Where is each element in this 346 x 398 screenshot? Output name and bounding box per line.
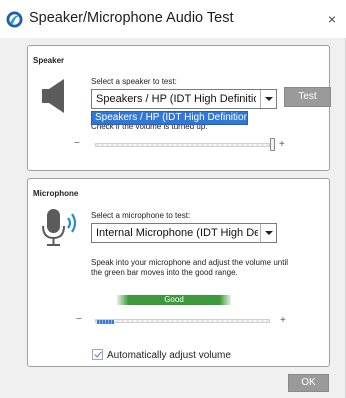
- microphone-volume-minus: −: [76, 314, 82, 325]
- auto-adjust-checkbox[interactable]: [92, 349, 103, 360]
- microphone-icon: [42, 209, 77, 246]
- speaker-icon: [42, 79, 64, 113]
- window-title: Speaker/Microphone Audio Test: [29, 10, 234, 26]
- speaker-group: Speaker Select a speaker to test: Speake…: [27, 45, 331, 171]
- microphone-volume-plus: +: [280, 315, 286, 326]
- audio-test-dialog: Speaker/Microphone Audio Test × Speaker …: [0, 0, 346, 398]
- speaker-group-title: Speaker: [33, 56, 65, 65]
- speaker-select-label: Select a speaker to test:: [91, 77, 177, 86]
- title-bar: Speaker/Microphone Audio Test ×: [0, 0, 346, 38]
- speaker-select[interactable]: Speakers / HP (IDT High Definition: [91, 89, 277, 109]
- close-icon[interactable]: ×: [322, 9, 342, 29]
- speaker-volume-slider[interactable]: [95, 143, 270, 147]
- microphone-instructions-line2: the green bar moves into the good range.: [91, 268, 238, 277]
- speaker-volume-plus: +: [279, 139, 285, 150]
- speaker-select-value: Speakers / HP (IDT High Definition: [96, 93, 256, 105]
- speaker-dropdown-option[interactable]: Speakers / HP (IDT High Definition Aud: [91, 111, 248, 125]
- ok-button[interactable]: OK: [288, 374, 329, 392]
- test-button[interactable]: Test: [284, 87, 331, 107]
- speaker-volume-thumb[interactable]: [270, 138, 275, 151]
- good-range-bar: Good: [117, 295, 231, 305]
- microphone-input-level: [97, 320, 114, 324]
- app-logo-icon: [6, 11, 23, 28]
- chevron-down-icon[interactable]: [260, 224, 276, 242]
- speaker-volume-minus: −: [74, 138, 80, 149]
- microphone-select[interactable]: Internal Microphone (IDT High De: [91, 223, 277, 243]
- microphone-select-label: Select a microphone to test:: [91, 211, 191, 220]
- microphone-instructions-line1: Speak into your microphone and adjust th…: [91, 258, 289, 267]
- microphone-volume-slider[interactable]: [95, 319, 270, 323]
- auto-adjust-label[interactable]: Automatically adjust volume: [107, 350, 231, 361]
- microphone-group-title: Microphone: [33, 189, 79, 198]
- microphone-select-value: Internal Microphone (IDT High De: [96, 227, 258, 239]
- microphone-group: Microphone Select a microphone to test: …: [27, 178, 330, 367]
- chevron-down-icon[interactable]: [260, 90, 276, 108]
